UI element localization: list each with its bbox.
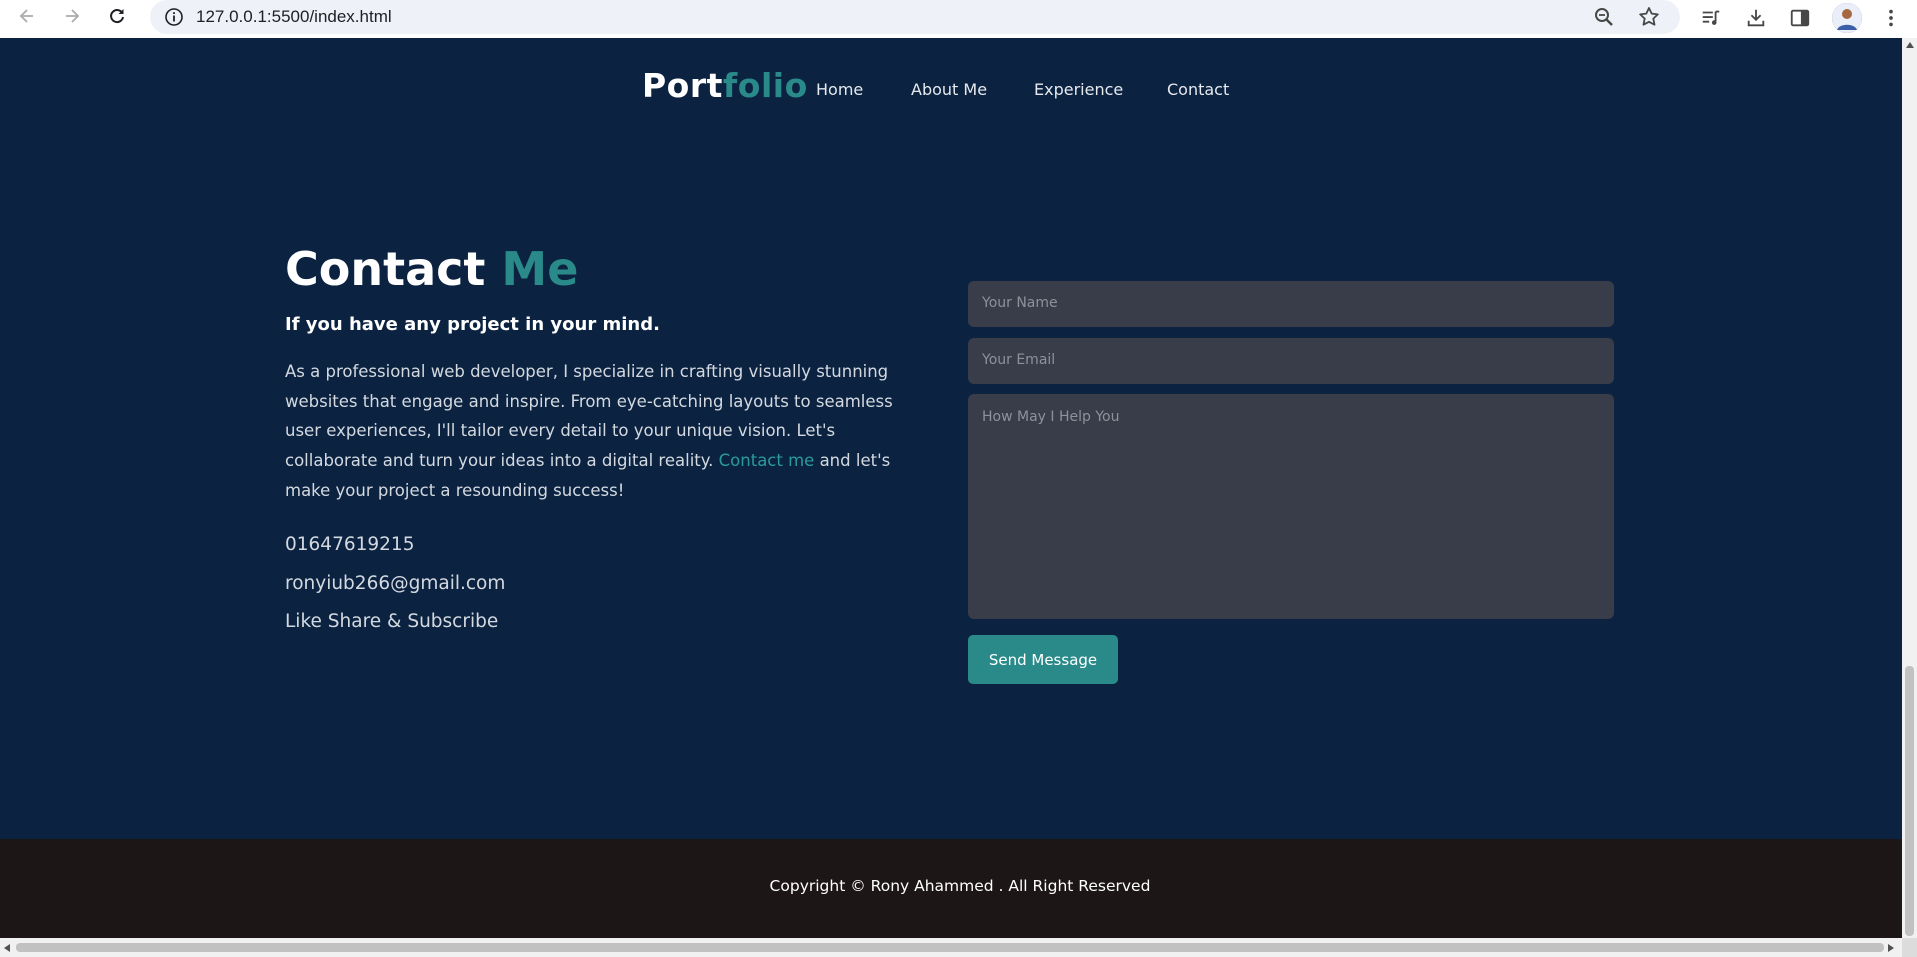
vertical-scrollbar[interactable] xyxy=(1902,38,1917,938)
zoom-icon[interactable] xyxy=(1592,5,1616,29)
forward-icon[interactable] xyxy=(58,2,86,30)
message-placeholder: How May I Help You xyxy=(982,409,1120,425)
name-input[interactable]: Your Name xyxy=(968,281,1614,327)
star-icon[interactable] xyxy=(1637,5,1661,29)
logo-main: Port xyxy=(642,66,723,105)
horizontal-scroll-thumb[interactable] xyxy=(16,943,1884,952)
reload-icon[interactable] xyxy=(103,2,131,30)
message-textarea[interactable]: How May I Help You xyxy=(968,394,1614,619)
vertical-scroll-thumb[interactable] xyxy=(1905,666,1914,936)
email-address: ronyiub266@gmail.com xyxy=(285,573,506,594)
download-icon[interactable] xyxy=(1742,4,1770,32)
logo-accent: folio xyxy=(722,66,808,105)
horizontal-scrollbar[interactable] xyxy=(0,938,1902,957)
nav-experience[interactable]: Experience xyxy=(1034,80,1123,99)
page: Portfolio Home About Me Experience Conta… xyxy=(0,38,1902,938)
nav-about-me[interactable]: About Me xyxy=(911,80,987,99)
send-message-button[interactable]: Send Message xyxy=(968,635,1118,684)
nav-home[interactable]: Home xyxy=(816,80,863,99)
contact-description: As a professional web developer, I speci… xyxy=(285,357,925,506)
email-input[interactable]: Your Email xyxy=(968,338,1614,384)
side-panel-icon[interactable] xyxy=(1786,4,1814,32)
scroll-right-arrow-icon[interactable] xyxy=(1888,944,1894,952)
contact-heading: Contact Me xyxy=(285,242,578,296)
copyright-text: Copyright © Rony Ahammed . All Right Res… xyxy=(769,877,1151,895)
site-header: Portfolio Home About Me Experience Conta… xyxy=(0,38,1902,138)
contact-me-link[interactable]: Contact me xyxy=(719,451,815,470)
info-icon[interactable] xyxy=(164,7,184,27)
kebab-menu-icon[interactable] xyxy=(1877,4,1905,32)
site-footer: Copyright © Rony Ahammed . All Right Res… xyxy=(0,839,1902,938)
name-placeholder: Your Name xyxy=(982,295,1058,311)
scroll-up-arrow-icon[interactable] xyxy=(1906,42,1914,48)
scroll-left-arrow-icon[interactable] xyxy=(4,944,10,952)
scrollbar-corner xyxy=(1902,938,1917,957)
playlist-icon[interactable] xyxy=(1697,4,1725,32)
heading-main: Contact xyxy=(285,242,502,296)
phone-number: 01647619215 xyxy=(285,534,415,555)
heading-accent: Me xyxy=(501,242,579,296)
address-bar[interactable]: 127.0.0.1:5500/index.html xyxy=(150,0,1680,34)
url-text[interactable]: 127.0.0.1:5500/index.html xyxy=(196,7,392,27)
logo[interactable]: Portfolio xyxy=(642,66,808,105)
social-text: Like Share & Subscribe xyxy=(285,611,499,632)
email-placeholder: Your Email xyxy=(982,352,1056,368)
nav-contact[interactable]: Contact xyxy=(1167,80,1229,99)
profile-avatar[interactable] xyxy=(1832,3,1862,33)
contact-subheading: If you have any project in your mind. xyxy=(285,314,660,335)
back-icon[interactable] xyxy=(13,2,41,30)
browser-toolbar: 127.0.0.1:5500/index.html xyxy=(0,0,1917,38)
